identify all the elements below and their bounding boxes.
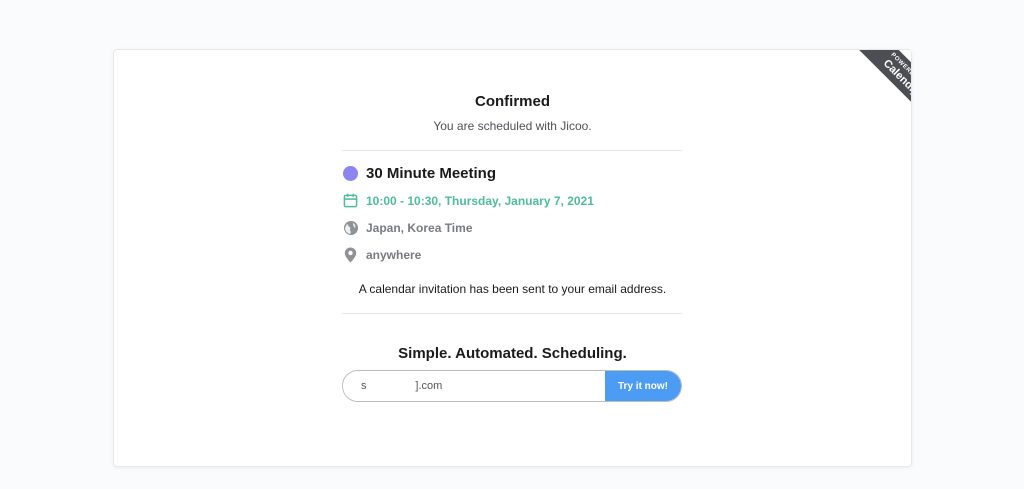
- promo-tagline: Simple. Automated. Scheduling.: [398, 345, 627, 362]
- event-datetime-row: 10:00 - 10:30, Thursday, January 7, 2021: [342, 192, 594, 209]
- signup-form: Try it now!: [342, 370, 682, 402]
- event-location-row: anywhere: [342, 246, 421, 263]
- event-location: anywhere: [366, 247, 422, 262]
- calendar-icon: [342, 192, 359, 209]
- divider: [342, 313, 682, 314]
- event-color-dot-icon: [342, 165, 359, 182]
- globe-icon: [342, 219, 359, 236]
- email-input[interactable]: [343, 371, 605, 401]
- event-datetime: 10:00 - 10:30, Thursday, January 7, 2021: [366, 193, 594, 208]
- event-timezone: Japan, Korea Time: [366, 220, 473, 235]
- page-title: Confirmed: [475, 93, 550, 110]
- confirmation-card: POWERED BY Calendly Confirmed You are sc…: [113, 49, 912, 467]
- page-subtitle: You are scheduled with Jicoo.: [433, 119, 592, 133]
- try-it-now-button[interactable]: Try it now!: [605, 371, 681, 401]
- event-name-row: 30 Minute Meeting: [342, 165, 496, 182]
- invitation-notice: A calendar invitation has been sent to y…: [358, 282, 667, 296]
- event-timezone-row: Japan, Korea Time: [342, 219, 473, 236]
- divider: [342, 150, 682, 151]
- event-name: 30 Minute Meeting: [366, 165, 497, 182]
- powered-by-calendly-ribbon[interactable]: POWERED BY Calendly: [831, 50, 912, 130]
- calendly-brand-text: Calendly: [881, 57, 912, 98]
- location-pin-icon: [342, 246, 359, 263]
